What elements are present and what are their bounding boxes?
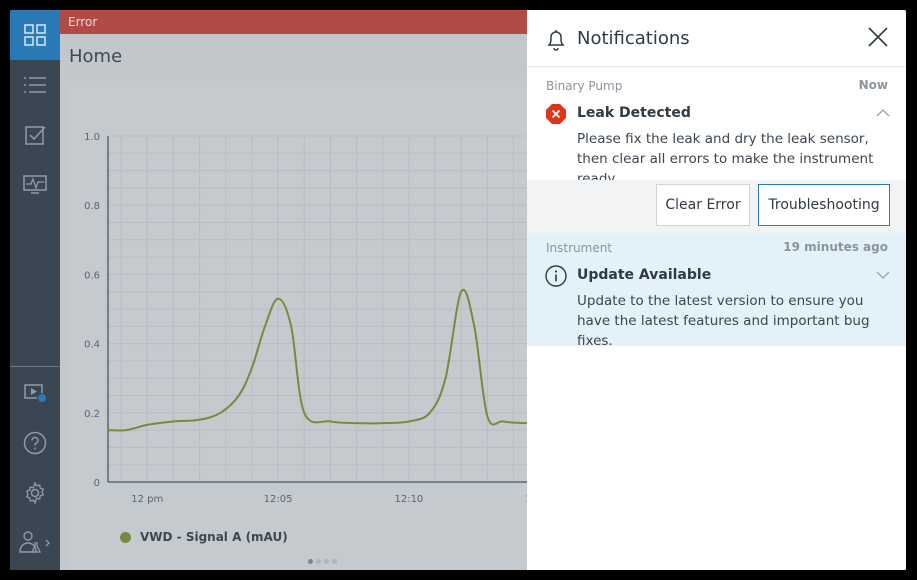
y-tick-label: 0.4 [84, 340, 100, 351]
bell-icon [547, 30, 565, 51]
x-tick-label: 12:10 [394, 494, 423, 505]
clear-error-button[interactable]: Clear Error [656, 184, 750, 226]
page-dot-3[interactable] [324, 559, 329, 564]
notification-source: Binary Pump [546, 79, 623, 93]
notification-message: Update to the latest version to ensure y… [577, 293, 870, 349]
sidebar-item-list[interactable] [10, 60, 60, 110]
sidebar-item-help[interactable] [10, 418, 60, 468]
chart-legend[interactable]: VWD - Signal A (mAU) [120, 530, 288, 544]
page-dot-2[interactable] [316, 559, 321, 564]
sidebar-divider [10, 366, 60, 367]
close-icon[interactable] [867, 26, 889, 48]
notifications-panel: Notifications Binary Pump Now Leak Detec… [527, 10, 906, 570]
panel-header: Notifications [527, 10, 906, 67]
dashboard-grid-icon [24, 24, 46, 46]
monitor-icon [23, 175, 47, 194]
y-tick-label: 0.8 [84, 201, 100, 212]
panel-title: Notifications [577, 28, 690, 49]
page-dot-4[interactable] [332, 559, 337, 564]
notification-actions: Clear Error Troubleshooting [527, 180, 906, 233]
troubleshooting-button[interactable]: Troubleshooting [758, 184, 890, 226]
chevron-down-icon[interactable] [876, 270, 890, 280]
page-title: Home [69, 46, 123, 67]
y-tick-label: 1.0 [84, 132, 100, 143]
x-tick-label: 12 pm [131, 494, 163, 505]
sidebar-item-tasks[interactable] [10, 110, 60, 160]
page-dot-1[interactable] [308, 559, 313, 564]
info-icon [545, 265, 567, 287]
legend-label: VWD - Signal A (mAU) [140, 530, 288, 544]
sidebar-item-user[interactable] [10, 518, 60, 568]
sidebar-item-dashboard[interactable] [10, 10, 60, 60]
notification-title: Leak Detected [577, 105, 691, 121]
sidebar-item-monitor[interactable] [10, 160, 60, 210]
device-frame: Error Home 0 0.2 0.4 0.6 0.8 1.0 12 pm 12:05 12… [0, 0, 917, 580]
help-icon [23, 431, 47, 455]
notification-time: 19 minutes ago [783, 240, 888, 254]
x-tick-label: 12:05 [264, 494, 293, 505]
user-lab-icon [19, 531, 50, 553]
notification-time: Now [858, 78, 888, 92]
y-tick-label: 0 [94, 478, 100, 489]
page-indicator[interactable] [308, 559, 337, 564]
gear-icon [25, 481, 45, 505]
notification-title: Update Available [577, 267, 712, 283]
media-status-icon [24, 384, 47, 403]
y-tick-label: 0.6 [84, 270, 100, 281]
chevron-up-icon[interactable] [876, 108, 890, 118]
y-tick-label: 0.2 [84, 409, 100, 420]
sidebar [10, 10, 60, 570]
sidebar-item-media[interactable] [10, 368, 60, 418]
checkbox-icon [25, 126, 46, 145]
notification-source: Instrument [546, 241, 613, 255]
notification-leak[interactable]: Binary Pump Now Leak Detected Please fix… [527, 71, 906, 190]
notification-update[interactable]: Instrument 19 minutes ago Update Availab… [527, 233, 906, 349]
screen: Error Home 0 0.2 0.4 0.6 0.8 1.0 12 pm 12:05 12… [10, 10, 906, 570]
list-icon [24, 77, 46, 93]
legend-marker [120, 531, 131, 543]
error-icon [546, 104, 566, 124]
sidebar-item-settings[interactable] [10, 468, 60, 518]
